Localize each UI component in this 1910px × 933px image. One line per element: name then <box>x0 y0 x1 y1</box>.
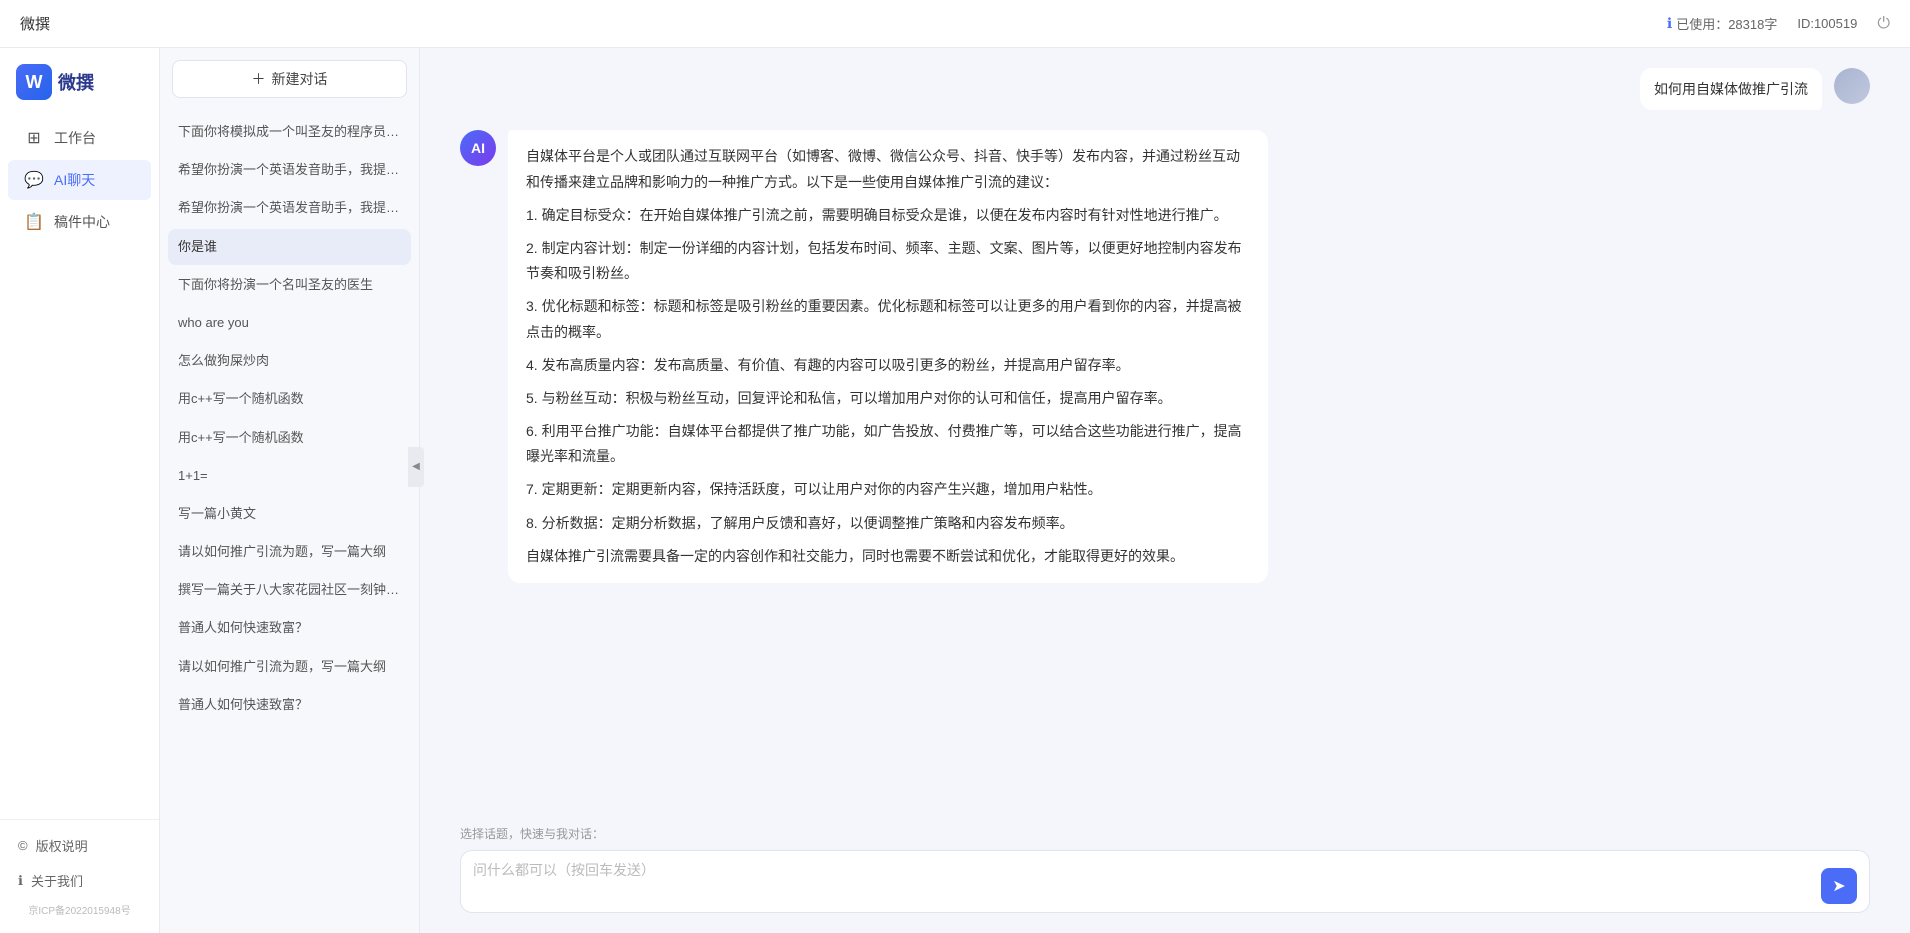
chat-item[interactable]: 怎么做狗屎炒肉 <box>168 343 411 379</box>
send-icon: ➤ <box>1832 876 1845 896</box>
chat-item[interactable]: 希望你扮演一个英语发音助手，我提供给你... <box>168 190 411 226</box>
plus-icon: ＋ <box>252 69 266 89</box>
sidebar-copyright[interactable]: © 版权说明 <box>8 828 151 863</box>
ai-para-9: 自媒体推广引流需要具备一定的内容创作和社交能力，同时也需要不断尝试和优化，才能取… <box>526 544 1250 569</box>
sidebar-bottom: © 版权说明 ℹ 关于我们 京ICP备2022015948号 <box>0 819 159 933</box>
chat-item[interactable]: 普通人如何快速致富？ <box>168 687 411 723</box>
sidebar-item-drafts[interactable]: 📋 稿件中心 <box>8 202 151 242</box>
drafts-icon: 📋 <box>24 212 44 232</box>
collapse-button[interactable]: ◀ <box>408 447 424 487</box>
sidebar-nav: ⊞ 工作台 💬 AI聊天 📋 稿件中心 <box>0 108 159 819</box>
user-message-text: 如何用自媒体做推广引流 <box>1654 81 1808 97</box>
id-label: ID:100519 <box>1797 16 1857 31</box>
chat-item[interactable]: 请以如何推广引流为题，写一篇大纲 <box>168 534 411 570</box>
ai-message-bubble: 自媒体平台是个人或团队通过互联网平台（如博客、微博、微信公众号、抖音、快手等）发… <box>508 130 1268 583</box>
logo-text: 微撰 <box>58 69 94 95</box>
chat-main: 如何用自媒体做推广引流 AI 自媒体平台是个人或团队通过互联网平台（如博客、微博… <box>420 48 1910 933</box>
chat-item[interactable]: 撰写一篇关于八大家花园社区一刻钟便民生... <box>168 572 411 608</box>
ai-para-6: 6. 利用平台推广功能：自媒体平台都提供了推广功能，如广告投放、付费推广等，可以… <box>526 419 1250 469</box>
user-message-row: 如何用自媒体做推广引流 <box>460 68 1870 110</box>
chat-messages: 如何用自媒体做推广引流 AI 自媒体平台是个人或团队通过互联网平台（如博客、微博… <box>420 48 1910 825</box>
chat-item[interactable]: 1+1= <box>168 458 411 494</box>
chat-item[interactable]: 希望你扮演一个英语发音助手，我提供给你... <box>168 152 411 188</box>
chat-item[interactable]: 写一篇小黄文 <box>168 496 411 532</box>
topbar: 微撰 ℹ 已使用：28318字 ID:100519 ⏻ <box>0 0 1910 48</box>
chat-item[interactable]: who are you <box>168 305 411 341</box>
quick-topics-label: 选择话题，快速与我对话： <box>460 825 1870 842</box>
chat-list: 下面你将模拟成一个叫圣友的程序员，我说... 希望你扮演一个英语发音助手，我提供… <box>160 110 419 933</box>
sidebar: W 微撰 ⊞ 工作台 💬 AI聊天 📋 稿件中心 © 版权说明 ℹ 关于我们 京… <box>0 48 160 933</box>
chat-item[interactable]: 普通人如何快速致富？ <box>168 610 411 646</box>
icp-text: 京ICP备2022015948号 <box>8 898 151 925</box>
chat-input-area: 选择话题，快速与我对话： ➤ <box>420 825 1910 933</box>
ai-message-row: AI 自媒体平台是个人或团队通过互联网平台（如博客、微博、微信公众号、抖音、快手… <box>460 130 1870 583</box>
sidebar-item-workspace[interactable]: ⊞ 工作台 <box>8 118 151 158</box>
ai-para-7: 7. 定期更新：定期更新内容，保持活跃度，可以让用户对你的内容产生兴趣，增加用户… <box>526 477 1250 502</box>
ai-para-8: 8. 分析数据：定期分析数据，了解用户反馈和喜好，以便调整推广策略和内容发布频率… <box>526 511 1250 536</box>
input-wrapper: ➤ <box>460 850 1870 913</box>
usage-info: ℹ 已使用：28318字 <box>1667 14 1777 33</box>
ai-avatar: AI <box>460 130 496 166</box>
ai-para-0: 自媒体平台是个人或团队通过互联网平台（如博客、微博、微信公众号、抖音、快手等）发… <box>526 144 1250 194</box>
copyright-label: 版权说明 <box>36 836 88 855</box>
chat-item[interactable]: 用c++写一个随机函数 <box>168 381 411 417</box>
chat-item[interactable]: 下面你将模拟成一个叫圣友的程序员，我说... <box>168 114 411 150</box>
sidebar-label-drafts: 稿件中心 <box>54 212 110 232</box>
copyright-icon: © <box>18 838 28 853</box>
workspace-icon: ⊞ <box>24 128 44 148</box>
user-avatar-image <box>1834 68 1870 104</box>
ai-para-4: 4. 发布高质量内容：发布高质量、有价值、有趣的内容可以吸引更多的粉丝，并提高用… <box>526 353 1250 378</box>
sidebar-about[interactable]: ℹ 关于我们 <box>8 863 151 898</box>
chat-item-active[interactable]: 你是谁 <box>168 229 411 265</box>
chat-item[interactable]: 下面你将扮演一个名叫圣友的医生 <box>168 267 411 303</box>
about-label: 关于我们 <box>31 871 83 890</box>
chat-input[interactable] <box>473 859 1813 904</box>
sidebar-label-workspace: 工作台 <box>54 128 96 148</box>
logo: W 微撰 <box>0 48 159 108</box>
ai-para-5: 5. 与粉丝互动：积极与粉丝互动，回复评论和私信，可以增加用户对你的认可和信任，… <box>526 386 1250 411</box>
topbar-right: ℹ 已使用：28318字 ID:100519 ⏻ <box>1667 14 1890 33</box>
chat-item[interactable]: 用c++写一个随机函数 <box>168 420 411 456</box>
info-icon: ℹ <box>1667 15 1672 32</box>
about-icon: ℹ <box>18 873 23 889</box>
avatar <box>1834 68 1870 104</box>
sidebar-item-aichat[interactable]: 💬 AI聊天 <box>8 160 151 200</box>
ai-para-3: 3. 优化标题和标签：标题和标签是吸引粉丝的重要因素。优化标题和标签可以让更多的… <box>526 294 1250 344</box>
chat-list-panel: ＋ 新建对话 下面你将模拟成一个叫圣友的程序员，我说... 希望你扮演一个英语发… <box>160 48 420 933</box>
send-button[interactable]: ➤ <box>1821 868 1857 904</box>
chat-item[interactable]: 请以如何推广引流为题，写一篇大纲 <box>168 649 411 685</box>
aichat-icon: 💬 <box>24 170 44 190</box>
power-button[interactable]: ⏻ <box>1877 15 1890 33</box>
new-chat-label: 新建对话 <box>272 69 328 89</box>
logo-icon: W <box>16 64 52 100</box>
user-message-bubble: 如何用自媒体做推广引流 <box>1640 68 1822 110</box>
topbar-title: 微撰 <box>20 13 50 34</box>
sidebar-label-aichat: AI聊天 <box>54 170 95 190</box>
usage-label: 已使用：28318字 <box>1676 14 1777 33</box>
new-chat-button[interactable]: ＋ 新建对话 <box>172 60 407 98</box>
ai-para-2: 2. 制定内容计划：制定一份详细的内容计划，包括发布时间、频率、主题、文案、图片… <box>526 236 1250 286</box>
ai-para-1: 1. 确定目标受众：在开始自媒体推广引流之前，需要明确目标受众是谁，以便在发布内… <box>526 203 1250 228</box>
